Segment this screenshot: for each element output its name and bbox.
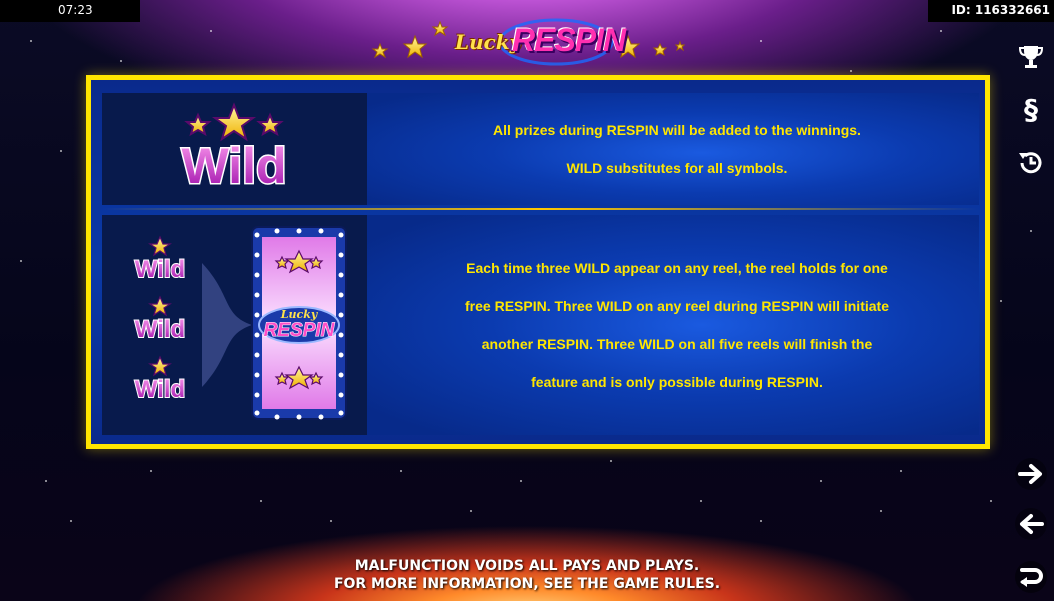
rule-row-wild: Wild All prizes during RESPIN will be ad… — [102, 93, 979, 205]
star-dot — [1030, 230, 1032, 232]
respin-reel: Lucky RESPIN — [251, 226, 347, 420]
star-dot — [900, 470, 902, 472]
rule-line: feature and is only possible during RESP… — [531, 374, 823, 390]
rule-text-wild: All prizes during RESPIN will be added t… — [392, 93, 962, 205]
rule-row-respin: Wild Wild Wild Lucky RESPIN Each time th… — [102, 215, 979, 435]
wild-symbol-text: Wild — [181, 138, 286, 194]
row-divider — [102, 208, 979, 210]
respin-illustration-icon: Wild Wild Wild Lucky RESPIN — [134, 226, 347, 420]
star-dot — [260, 500, 262, 502]
next-page-button[interactable] — [1012, 455, 1050, 493]
wild-symbol-box: Wild — [102, 93, 367, 205]
star-dot — [60, 150, 62, 152]
star-dot — [20, 260, 22, 262]
rule-line: All prizes during RESPIN will be added t… — [493, 122, 861, 138]
svg-text:Wild: Wild — [135, 256, 185, 283]
rule-line: free RESPIN. Three WILD on any reel duri… — [465, 298, 889, 314]
star-dot — [760, 520, 762, 522]
star-dot — [70, 520, 72, 522]
paytable-panel: Wild All prizes during RESPIN will be ad… — [86, 75, 990, 449]
disclaimer-line: MALFUNCTION VOIDS ALL PAYS AND PLAYS. — [354, 558, 700, 574]
star-dot — [610, 460, 612, 462]
star-dot — [45, 480, 47, 482]
game-background: 07:23 ID: 116332661 Lucky RESPIN Wild Al… — [0, 0, 1054, 601]
rules-button[interactable]: § — [1014, 92, 1048, 126]
rule-line: another RESPIN. Three WILD on all five r… — [481, 336, 873, 352]
clock: 07:23 — [58, 3, 93, 17]
rule-line: Each time three WILD appear on any reel,… — [466, 260, 888, 276]
arrow-right-icon — [1015, 458, 1047, 490]
svg-text:Wild: Wild — [135, 316, 185, 343]
wild-symbol-icon: Wild — [180, 102, 288, 196]
star-dot — [1000, 300, 1002, 302]
small-wild-stack: Wild Wild Wild — [134, 235, 186, 404]
star-dot — [850, 70, 852, 72]
history-button[interactable] — [1014, 146, 1048, 180]
previous-page-button[interactable] — [1012, 505, 1050, 543]
trophy-button[interactable] — [1014, 40, 1048, 74]
svg-text:RESPIN: RESPIN — [264, 320, 336, 341]
star-dot — [400, 470, 402, 472]
session-id: ID: 116332661 — [951, 3, 1050, 17]
transition-wedge — [202, 263, 252, 387]
star-dot — [470, 510, 472, 512]
star-dot — [700, 500, 702, 502]
svg-text:Wild: Wild — [135, 376, 185, 403]
star-dot — [940, 30, 942, 32]
paragraph-icon: § — [1024, 92, 1038, 126]
history-icon — [1019, 152, 1042, 174]
respin-illustration-box: Wild Wild Wild Lucky RESPIN — [102, 215, 367, 435]
logo-respin-text: RESPIN — [512, 22, 626, 58]
star-dot — [30, 40, 32, 42]
trophy-icon — [1018, 46, 1044, 68]
status-bar-left: 07:23 — [0, 0, 140, 22]
disclaimer: MALFUNCTION VOIDS ALL PAYS AND PLAYS. FO… — [0, 557, 1054, 593]
rule-text-respin: Each time three WILD appear on any reel,… — [392, 215, 962, 435]
game-logo: Lucky RESPIN — [360, 16, 720, 68]
star-dot — [150, 470, 152, 472]
disclaimer-line: FOR MORE INFORMATION, SEE THE GAME RULES… — [333, 576, 721, 592]
star-dot — [990, 500, 992, 502]
star-dot — [820, 480, 822, 482]
star-dot — [330, 520, 332, 522]
rule-line: WILD substitutes for all symbols. — [566, 160, 788, 176]
star-dot — [520, 480, 522, 482]
star-dot — [120, 60, 122, 62]
star-dot — [210, 30, 212, 32]
status-bar-right: ID: 116332661 — [928, 0, 1054, 22]
star-dot — [880, 510, 882, 512]
star-dot — [760, 40, 762, 42]
arrow-left-icon — [1015, 508, 1047, 540]
